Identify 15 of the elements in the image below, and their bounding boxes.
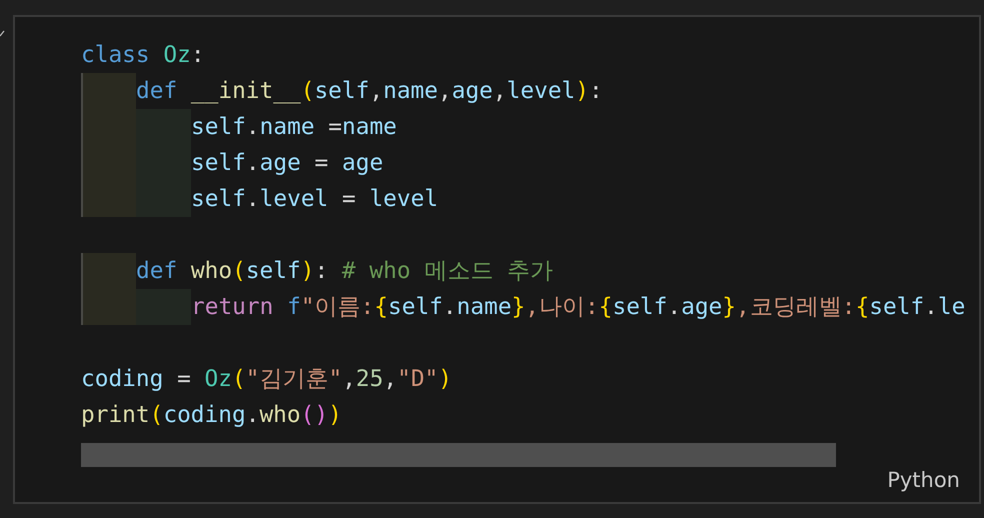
code-line: self.name =name bbox=[191, 113, 397, 142]
code-line: coding = Oz("김기훈",25,"D") bbox=[81, 365, 452, 394]
code-line: self.level = level bbox=[191, 185, 438, 214]
code-line: print(coding.who()) bbox=[81, 401, 342, 430]
code-line: class Oz: bbox=[81, 41, 205, 70]
indent-highlight bbox=[81, 289, 136, 325]
indent-highlight bbox=[81, 181, 136, 217]
indent-highlight bbox=[81, 253, 136, 289]
code-line: self.age = age bbox=[191, 149, 384, 178]
horizontal-scrollbar[interactable] bbox=[81, 443, 836, 467]
code-line: def who(self): # who 메소드 추가 bbox=[136, 257, 553, 286]
indent-highlight bbox=[81, 73, 136, 109]
language-label[interactable]: Python bbox=[887, 468, 960, 492]
code-line: def __init__(self,name,age,level): bbox=[136, 77, 603, 106]
code-line: return f"이름:{self.name},나이:{self.age},코딩레벨:{self.le bbox=[191, 293, 966, 322]
